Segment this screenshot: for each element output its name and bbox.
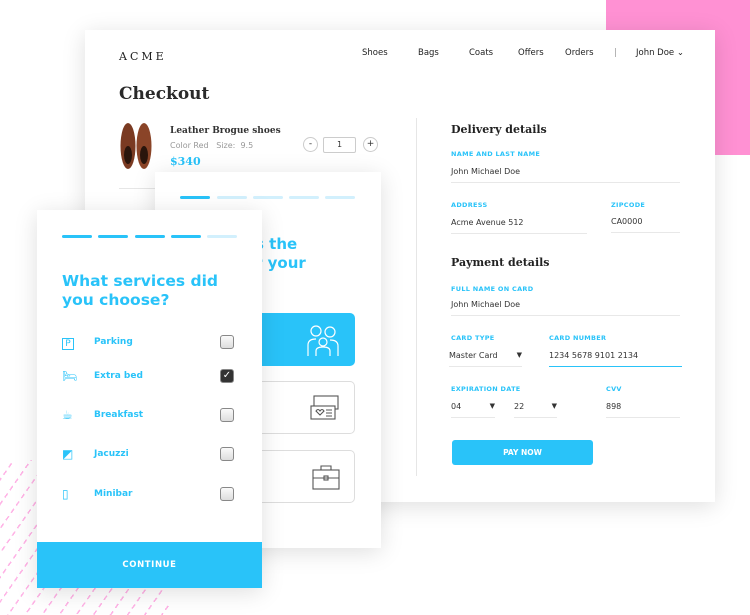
progress-step [135, 235, 165, 238]
minibar-icon: ▯ [62, 487, 69, 501]
nav-shoes[interactable]: Shoes [362, 48, 388, 58]
progress-step [207, 235, 237, 238]
nav-bags[interactable]: Bags [418, 48, 439, 58]
progress-step [253, 196, 283, 199]
cvv-label: CVV [606, 385, 622, 393]
progress-step [180, 196, 210, 199]
divider [119, 188, 159, 189]
services-title: What services did you choose? [62, 272, 219, 309]
caret-down-icon: ▼ [489, 402, 495, 410]
nav-coats[interactable]: Coats [469, 48, 493, 58]
name-field[interactable]: John Michael Doe [451, 167, 680, 183]
caret-down-icon: ▼ [516, 351, 522, 359]
card-type-label: CARD TYPE [451, 334, 495, 342]
progress-step [325, 196, 355, 199]
service-label: Minibar [94, 489, 133, 499]
checkbox[interactable] [220, 335, 234, 349]
pay-now-button[interactable]: PAY NOW [452, 440, 593, 465]
exp-year-value: 22 [514, 402, 525, 411]
exp-year-select[interactable]: 22 ▼ [514, 402, 557, 418]
parking-icon: P [62, 335, 78, 350]
progress-step [289, 196, 319, 199]
delivery-title: Delivery details [451, 123, 547, 136]
service-minibar[interactable]: ▯ Minibar [62, 487, 242, 505]
name-label: NAME AND LAST NAME [451, 150, 541, 158]
progress-step [62, 235, 92, 238]
jacuzzi-icon: ◩ [62, 447, 74, 461]
trip-question: s the r your [255, 235, 306, 272]
service-label: Extra bed [94, 371, 143, 381]
progress-step [171, 235, 201, 238]
checkbox[interactable] [220, 447, 234, 461]
product-name: Leather Brogue shoes [170, 126, 281, 136]
card-name-field[interactable]: John Michael Doe [451, 300, 680, 316]
nav-orders[interactable]: Orders [565, 48, 594, 58]
card-name-label: FULL NAME ON CARD [451, 285, 534, 293]
divider [416, 118, 417, 476]
user-name: John Doe [636, 48, 675, 58]
increase-qty-button[interactable]: + [363, 137, 378, 152]
logo: ACME [119, 50, 167, 63]
decrease-qty-button[interactable]: - [303, 137, 318, 152]
breakfast-icon: ☕ [62, 408, 73, 422]
card-number-label: CARD NUMBER [549, 334, 607, 342]
checkbox[interactable] [220, 487, 234, 501]
progress-step [217, 196, 247, 199]
service-label: Breakfast [94, 410, 144, 420]
service-label: Parking [94, 337, 133, 347]
payment-title: Payment details [451, 256, 550, 269]
zip-field[interactable]: CA0000 [611, 217, 680, 233]
product-price: $340 [170, 155, 201, 168]
shoe-image [120, 123, 152, 169]
exp-month-value: 04 [451, 402, 462, 411]
briefcase-icon [312, 465, 340, 490]
address-label: ADDRESS [451, 201, 488, 209]
nav-offers[interactable]: Offers [518, 48, 544, 58]
exp-month-select[interactable]: 04 ▼ [451, 402, 495, 418]
chevron-down-icon: ⌄ [676, 48, 684, 58]
checkbox[interactable] [220, 408, 234, 422]
zip-label: ZIPCODE [611, 201, 646, 209]
page-title: Checkout [119, 84, 210, 104]
progress-step [98, 235, 128, 238]
service-breakfast[interactable]: ☕ Breakfast [62, 408, 242, 426]
family-icon [307, 325, 339, 356]
continue-button[interactable]: CONTINUE [37, 542, 262, 588]
service-parking[interactable]: P Parking [62, 335, 242, 353]
service-jacuzzi[interactable]: ◩ Jacuzzi [62, 447, 242, 465]
card-type-value: Master Card [449, 351, 498, 360]
card-type-select[interactable]: Master Card ▼ [449, 351, 522, 367]
checkbox-checked[interactable]: ✓ [220, 369, 234, 383]
address-field[interactable]: Acme Avenue 512 [451, 218, 587, 234]
quantity-input[interactable]: 1 [323, 137, 356, 153]
cvv-field[interactable]: 898 [606, 402, 680, 418]
user-menu[interactable]: John Doe ⌄ [636, 48, 684, 58]
bed-icon: 🛏 [62, 369, 78, 383]
nav-divider: | [614, 48, 617, 58]
product-meta: Color Red Size: 9.5 [170, 141, 254, 150]
services-card: What services did you choose? P Parking 🛏… [37, 210, 262, 588]
expiration-label: EXPIRATION DATE [451, 385, 521, 393]
service-label: Jacuzzi [94, 449, 129, 459]
card-number-field[interactable]: 1234 5678 9101 2134 [549, 351, 682, 367]
service-extra-bed[interactable]: 🛏 Extra bed ✓ [62, 369, 242, 387]
caret-down-icon: ▼ [551, 402, 557, 410]
tickets-icon [310, 395, 339, 420]
